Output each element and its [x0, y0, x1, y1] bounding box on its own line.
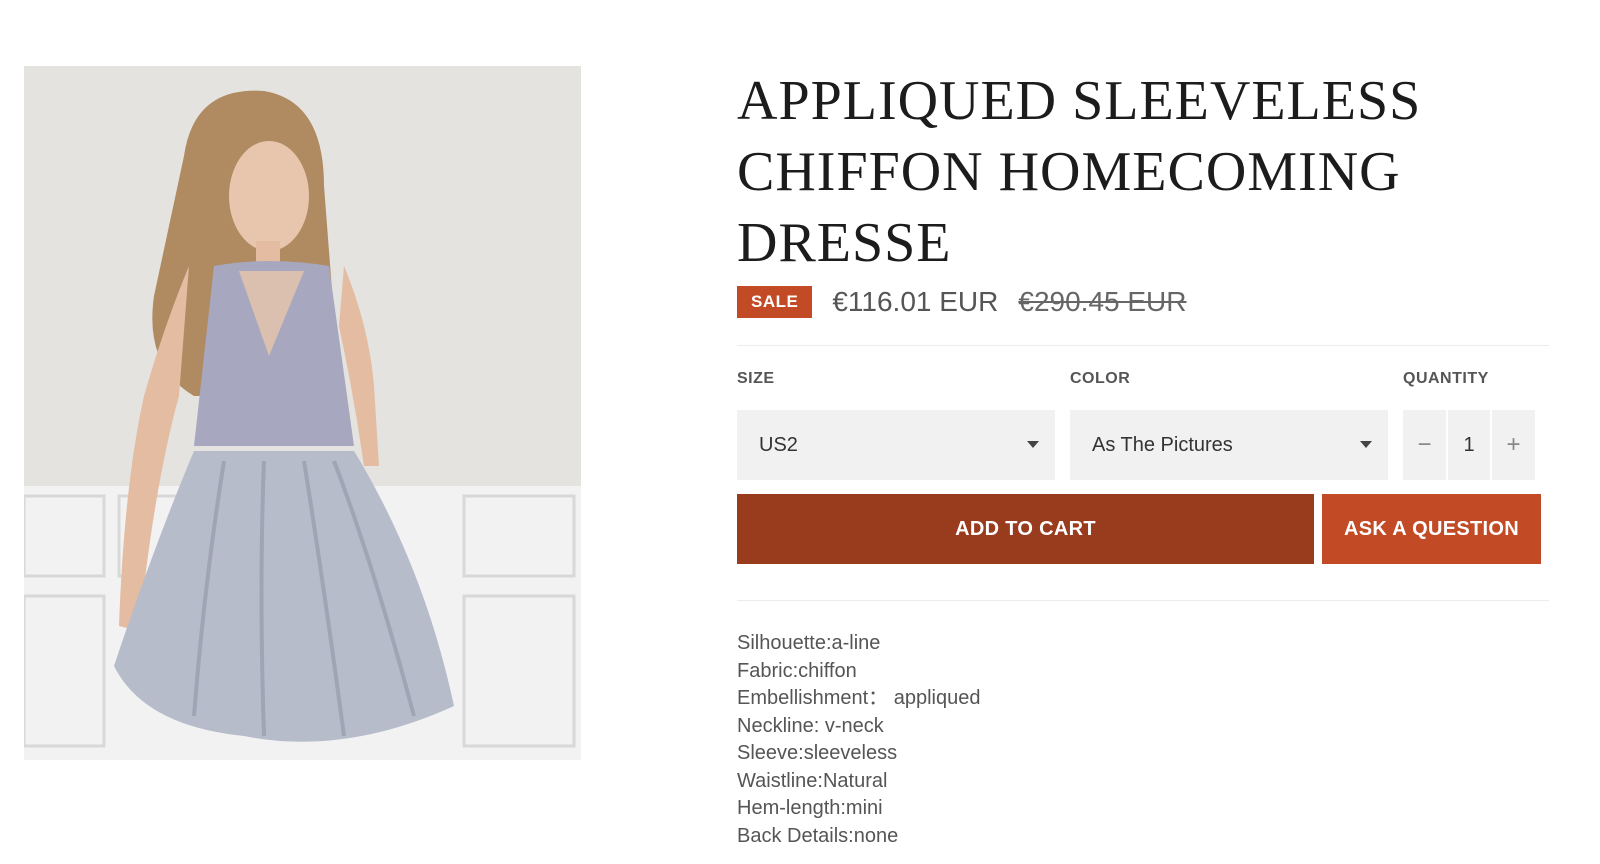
dress-photo	[24, 66, 581, 760]
spec-item: Fabric:chiffon	[737, 659, 857, 682]
spec-item: Waistline:Natural	[737, 769, 888, 792]
sale-price: €116.01 EUR	[832, 286, 999, 317]
spec-item: Hem-length:mini	[737, 797, 883, 819]
product-image[interactable]	[24, 66, 581, 760]
size-label: SIZE	[737, 370, 775, 387]
product-specs: Silhouette:a-line Fabric:chiffon Embelli…	[737, 630, 980, 850]
add-to-cart-button[interactable]: ADD TO CART	[737, 494, 1314, 564]
product-title: APPLIQUED SLEEVELESS CHIFFON HOMECOMING …	[737, 70, 1422, 274]
sale-badge: SALE	[737, 286, 813, 318]
spec-item: Back Details:none	[737, 824, 899, 847]
spec-item: Silhouette:a-line	[737, 632, 881, 654]
size-select[interactable]: US2	[737, 410, 1055, 480]
spec-item: Sleeve:sleeveless	[737, 742, 898, 764]
divider	[737, 345, 1549, 346]
quantity-increase-button[interactable]: +	[1492, 410, 1535, 480]
quantity-stepper: − 1 +	[1403, 410, 1535, 480]
chevron-down-icon	[1027, 441, 1039, 448]
quantity-label: QUANTITY	[1403, 370, 1489, 387]
divider	[737, 600, 1549, 601]
color-select-value: As The Pictures	[1092, 433, 1233, 456]
compare-price: €290.45 EUR	[1018, 286, 1187, 317]
chevron-down-icon	[1360, 441, 1372, 448]
price-row: SALE €116.01 EUR €290.45 EUR	[737, 286, 1186, 318]
quantity-decrease-button[interactable]: −	[1403, 410, 1446, 480]
color-select[interactable]: As The Pictures	[1070, 410, 1388, 480]
size-select-value: US2	[759, 433, 798, 456]
ask-question-button[interactable]: ASK A QUESTION	[1322, 494, 1541, 564]
color-label: COLOR	[1070, 370, 1131, 387]
spec-item: Neckline: v-neck	[737, 714, 884, 737]
quantity-input[interactable]: 1	[1446, 410, 1492, 480]
spec-item: Embellishment： appliqued	[737, 687, 981, 709]
